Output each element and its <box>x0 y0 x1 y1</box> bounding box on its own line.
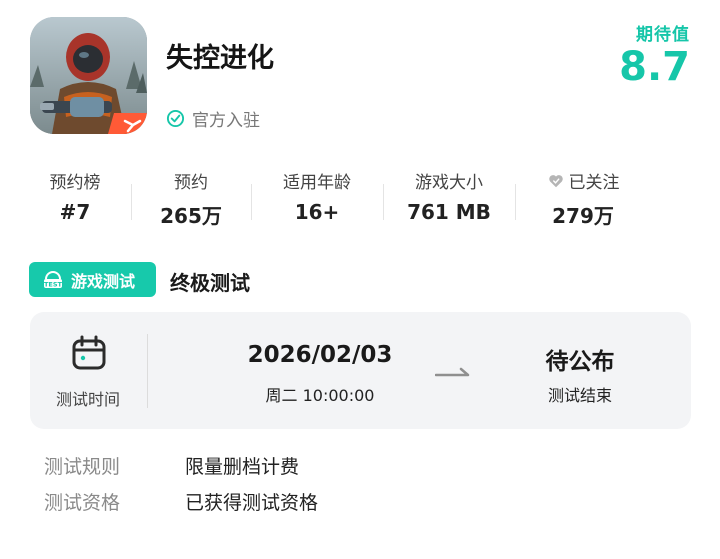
stat-age-rating[interactable]: 适用年龄 16+ <box>257 168 377 224</box>
test-eligibility-row: 测试资格 已获得测试资格 <box>44 488 318 515</box>
check-circle-icon <box>166 109 185 128</box>
info-label: 测试资格 <box>44 492 121 514</box>
stat-label: 预约 <box>174 173 208 193</box>
info-label: 测试规则 <box>44 456 121 478</box>
test-time-label: 测试时间 <box>55 390 120 409</box>
game-test-badge[interactable]: TEST 游戏测试 <box>29 262 156 297</box>
stat-game-size[interactable]: 游戏大小 761 MB <box>389 168 509 224</box>
rating-value: 8.7 <box>619 44 690 90</box>
expectation-rating: 期待值 8.7 <box>619 20 690 87</box>
divider <box>383 184 384 220</box>
test-badge-label: 游戏测试 <box>71 271 136 291</box>
official-label: 官方入驻 <box>192 111 260 131</box>
stat-label: 游戏大小 <box>415 173 483 193</box>
stats-row: 预约榜 #7 预约 265万 适用年龄 16+ 游戏大小 761 MB 已关注 … <box>15 168 695 232</box>
test-start-date: 2026/02/03 <box>247 342 393 368</box>
stat-label: 适用年龄 <box>283 173 351 193</box>
test-rule-row: 测试规则 限量删档计费 <box>44 452 299 479</box>
stat-bookings[interactable]: 预约 265万 <box>131 168 251 229</box>
game-app-icon[interactable] <box>30 17 147 134</box>
test-end-status: 待公布 <box>545 349 615 375</box>
stat-followers[interactable]: 已关注 279万 <box>523 168 643 229</box>
stat-value: 279万 <box>552 204 614 228</box>
divider <box>515 184 516 220</box>
divider <box>147 334 148 408</box>
heart-icon <box>548 174 563 187</box>
test-end-label: 测试结束 <box>547 386 612 405</box>
stat-value: 16+ <box>294 200 340 224</box>
official-badge: 官方入驻 <box>166 106 260 131</box>
test-name: 终极测试 <box>170 271 250 295</box>
test-icon: TEST <box>44 270 63 288</box>
stat-label: 预约榜 <box>49 173 101 193</box>
app-title: 失控进化 <box>166 43 274 74</box>
info-value: 限量删档计费 <box>185 456 300 478</box>
info-value: 已获得测试资格 <box>185 492 319 514</box>
arrow-right-icon <box>435 367 470 377</box>
stat-value: #7 <box>59 200 91 224</box>
divider <box>251 184 252 220</box>
stat-booking-rank[interactable]: 预约榜 #7 <box>15 168 135 224</box>
rating-label: 期待值 <box>636 25 690 45</box>
stat-value: 265万 <box>160 204 222 228</box>
svg-text:TEST: TEST <box>44 280 63 288</box>
calendar-icon <box>72 335 106 370</box>
test-start-time: 周二 10:00:00 <box>265 386 375 405</box>
stat-value: 761 MB <box>407 200 491 224</box>
stat-label: 已关注 <box>568 173 620 193</box>
test-time-card: 测试时间 2026/02/03 周二 10:00:00 待公布 测试结束 <box>30 312 691 429</box>
